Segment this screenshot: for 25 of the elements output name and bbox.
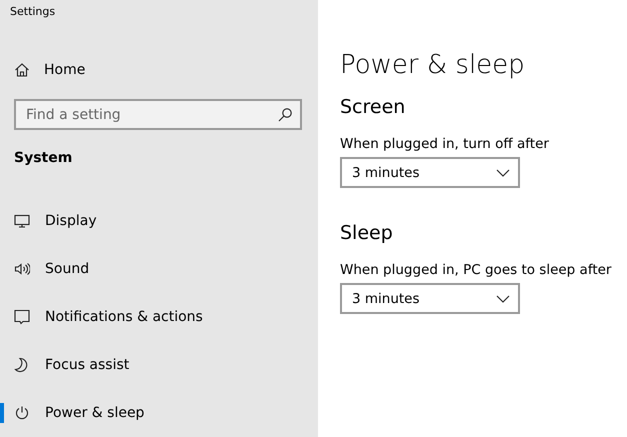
dropdown[interactable]: 3 minutes [340,283,520,314]
sidebar-item[interactable]: Focus assist [0,340,318,389]
home-link[interactable]: Home [0,58,318,82]
setting-label: When plugged in, PC goes to sleep after [340,262,612,278]
section-heading: Sleep [340,222,394,246]
section-heading: Screen [340,96,406,120]
caret-icon [496,294,510,302]
page-title: Power & sleep [340,50,526,82]
search-icon [277,107,293,124]
home-icon [14,62,30,78]
caret-icon [496,168,510,176]
setting-label: When plugged in, turn off after [340,136,550,152]
sidebar-item[interactable]: Power & sleep [0,388,318,437]
dropdown[interactable]: 3 minutes [340,157,520,188]
speech-bubble-icon [14,308,30,325]
section-heading: System [13,150,74,168]
sidebar-item[interactable]: Display [0,196,318,245]
sidebar-item[interactable]: Sound [0,244,318,293]
speaker-icon [14,260,30,277]
search-field[interactable]: Find a setting [14,99,302,130]
monitor-icon [14,212,30,229]
power-icon [14,404,30,421]
moon-icon [14,356,30,373]
window-title: Settings [9,4,56,20]
sidebar-item[interactable]: Notifications & actions [0,292,318,341]
